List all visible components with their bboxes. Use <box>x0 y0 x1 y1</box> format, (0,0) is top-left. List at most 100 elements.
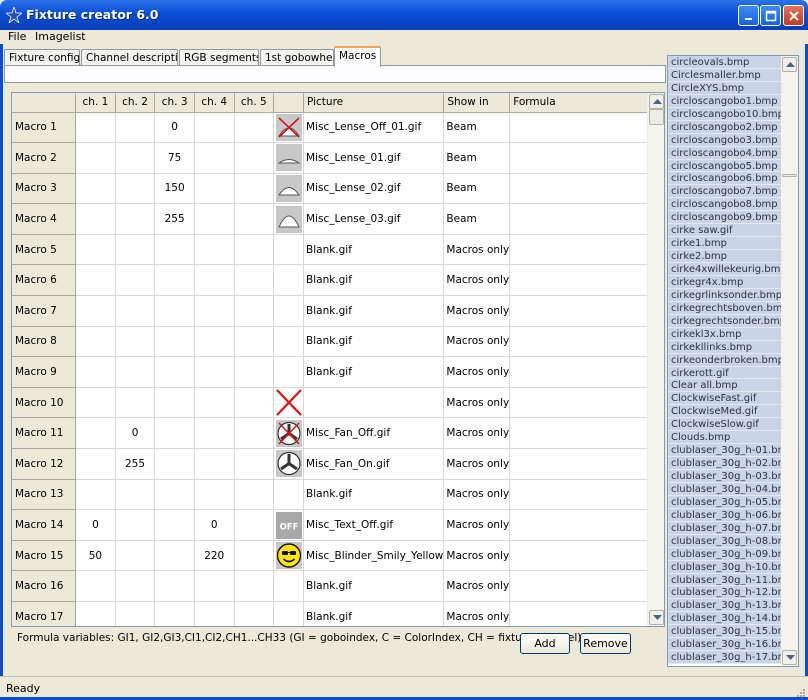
ch2-cell[interactable] <box>115 509 156 541</box>
ch5-cell[interactable] <box>234 479 275 511</box>
picture-cell[interactable]: Misc_Lense_02.gif <box>303 173 445 205</box>
show-in-cell[interactable]: Macros only <box>443 570 511 602</box>
formula-cell[interactable] <box>509 173 664 205</box>
table-row[interactable]: Macro 2 75 Misc_Lense_01.gif Beam <box>12 142 664 174</box>
show-in-cell[interactable]: Macros only <box>443 356 511 388</box>
table-row[interactable]: Macro 10 Macros only <box>12 387 664 419</box>
ch5-cell[interactable] <box>234 203 275 235</box>
ch1-cell[interactable] <box>75 203 116 235</box>
picture-cell[interactable]: Misc_Fan_On.gif <box>303 448 445 480</box>
picture-preview-cell[interactable] <box>273 173 305 205</box>
ch3-cell[interactable]: 75 <box>154 142 195 174</box>
show-in-cell[interactable]: Beam <box>443 173 511 205</box>
ch2-cell[interactable] <box>115 326 156 358</box>
formula-cell[interactable] <box>509 295 664 327</box>
picture-cell[interactable]: Misc_Lense_Off_01.gif <box>303 112 445 144</box>
picture-cell[interactable]: Misc_Lense_01.gif <box>303 142 445 174</box>
ch3-cell[interactable] <box>154 387 195 419</box>
show-in-cell[interactable]: Beam <box>443 112 511 144</box>
list-item[interactable]: circloscangobo6.bmp <box>668 172 782 186</box>
list-item[interactable]: cirkegrlinksonder.bmp <box>668 288 782 302</box>
ch2-cell[interactable]: 255 <box>115 448 156 480</box>
list-item[interactable]: ClockwiseFast.gif <box>668 392 782 406</box>
table-row[interactable]: Macro 12 255 Misc_Fan_On.gif Macros only <box>12 448 664 480</box>
ch5-cell[interactable] <box>234 601 275 626</box>
ch2-cell[interactable] <box>115 356 156 388</box>
formula-cell[interactable] <box>509 203 664 235</box>
picture-cell[interactable]: Blank.gif <box>303 326 445 358</box>
list-item[interactable]: cirkegrechtsonder.bmp <box>668 314 782 328</box>
minimize-button[interactable] <box>738 5 759 26</box>
formula-cell[interactable] <box>509 356 664 388</box>
ch1-cell[interactable] <box>75 356 116 388</box>
ch5-cell[interactable] <box>234 112 275 144</box>
show-in-cell[interactable]: Macros only <box>443 234 511 266</box>
column-header-formula[interactable]: Formula <box>509 93 664 113</box>
ch3-cell[interactable] <box>154 234 195 266</box>
list-item[interactable]: clublaser_30g_h-07.bmp <box>668 521 782 535</box>
picture-cell[interactable]: Misc_Lense_03.gif <box>303 203 445 235</box>
grid-vertical-scrollbar[interactable] <box>647 93 664 626</box>
ch2-cell[interactable] <box>115 142 156 174</box>
ch2-cell[interactable] <box>115 112 156 144</box>
ch3-cell[interactable] <box>154 264 195 297</box>
formula-cell[interactable] <box>509 234 664 266</box>
ch5-cell[interactable] <box>234 295 275 327</box>
picture-preview-cell[interactable] <box>273 479 305 511</box>
column-header-ch1[interactable]: ch. 1 <box>75 93 116 113</box>
image-list[interactable]: circleovals.bmp Circlesmaller.bmp CircleXY… <box>667 55 799 667</box>
list-item[interactable]: clublaser_30g_h-01.bmp <box>668 444 782 458</box>
formula-cell[interactable] <box>509 142 664 174</box>
ch1-cell[interactable] <box>75 234 116 266</box>
ch4-cell[interactable] <box>194 112 235 144</box>
show-in-cell[interactable]: Macros only <box>443 295 511 327</box>
ch2-cell[interactable] <box>115 203 156 235</box>
ch3-cell[interactable] <box>154 448 195 480</box>
list-item[interactable]: clublaser_30g_h-05.bmp <box>668 495 782 509</box>
remove-button[interactable]: Remove <box>580 633 631 654</box>
list-item[interactable]: Clear all.bmp <box>668 379 782 393</box>
ch4-cell[interactable] <box>194 326 235 358</box>
list-scroll-down-button[interactable] <box>782 650 797 665</box>
list-item[interactable]: clublaser_30g_h-02.bmp <box>668 457 782 470</box>
show-in-cell[interactable]: Macros only <box>443 540 511 572</box>
formula-cell[interactable] <box>509 479 664 511</box>
picture-preview-cell[interactable] <box>273 326 305 358</box>
formula-cell[interactable] <box>509 448 664 480</box>
ch4-cell[interactable] <box>194 295 235 327</box>
column-header-ch5[interactable]: ch. 5 <box>234 93 275 113</box>
list-item[interactable]: cirkegr4x.bmp <box>668 275 782 289</box>
ch4-cell[interactable] <box>194 601 235 626</box>
picture-cell[interactable]: Misc_Fan_Off.gif <box>303 417 445 450</box>
tab-rgb-segments[interactable]: RGB segments <box>179 49 259 66</box>
list-item[interactable]: clublaser_30g_h-04.bmp <box>668 482 782 496</box>
maximize-button[interactable] <box>760 5 781 26</box>
ch4-cell[interactable] <box>194 570 235 602</box>
table-row[interactable]: Macro 15 50 220 Misc_Blinder_Smily_Yellow Ma… <box>12 540 664 572</box>
ch2-cell[interactable] <box>115 295 156 327</box>
formula-cell[interactable] <box>509 326 664 358</box>
ch4-cell[interactable] <box>194 264 235 297</box>
tab-macros[interactable]: Macros <box>334 46 381 67</box>
picture-preview-cell[interactable] <box>273 356 305 388</box>
list-item[interactable]: clublaser_30g_h-03.bmp <box>668 470 782 483</box>
picture-cell[interactable]: Blank.gif <box>303 234 445 266</box>
picture-preview-cell[interactable] <box>273 601 305 626</box>
ch3-cell[interactable] <box>154 570 195 602</box>
table-row[interactable]: Macro 6 Blank.gif Macros only <box>12 264 664 297</box>
ch3-cell[interactable]: 255 <box>154 203 195 235</box>
list-item[interactable]: cirke4xwillekeurig.bmp <box>668 263 782 276</box>
table-row[interactable]: Macro 17 Blank.gif Macros only <box>12 601 664 626</box>
ch1-cell[interactable] <box>75 601 116 626</box>
table-row[interactable]: Macro 1 0 Misc_Lense_Off_01.gif Beam <box>12 112 664 144</box>
picture-cell[interactable]: Blank.gif <box>303 264 445 297</box>
ch2-cell[interactable] <box>115 570 156 602</box>
picture-preview-cell[interactable] <box>273 570 305 602</box>
ch4-cell[interactable] <box>194 448 235 480</box>
ch4-cell[interactable] <box>194 234 235 266</box>
ch1-cell[interactable] <box>75 448 116 480</box>
ch1-cell[interactable]: 50 <box>75 540 116 572</box>
picture-cell[interactable]: Blank.gif <box>303 356 445 388</box>
list-item[interactable]: circloscangobo4.bmp <box>668 146 782 160</box>
list-item[interactable]: Circlesmaller.bmp <box>668 68 782 82</box>
